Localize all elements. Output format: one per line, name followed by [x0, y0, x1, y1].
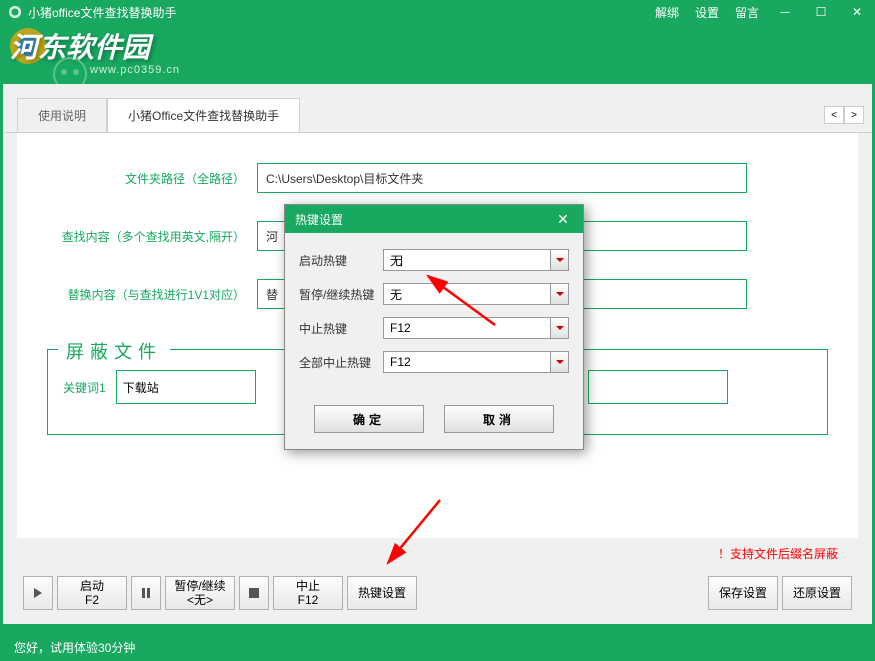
- keyword1-input[interactable]: [116, 370, 256, 404]
- stop-button[interactable]: 中止F12: [273, 576, 343, 610]
- tab-bar: 使用说明 小猪Office文件查找替换助手 < >: [3, 84, 872, 133]
- tab-instructions[interactable]: 使用说明: [17, 98, 107, 132]
- pause-button[interactable]: 暂停/继续<无>: [165, 576, 235, 610]
- chevron-down-icon: [550, 284, 568, 304]
- close-button[interactable]: ✕: [847, 2, 867, 22]
- feedback-link[interactable]: 留言: [735, 4, 759, 21]
- stopall-hotkey-select[interactable]: F12: [383, 351, 569, 373]
- chevron-down-icon: [550, 352, 568, 372]
- hotkey-settings-button[interactable]: 热键设置: [347, 576, 417, 610]
- statusbar: 您好，试用体验30分钟: [0, 633, 875, 661]
- start-hotkey-select[interactable]: 无|: [383, 249, 569, 271]
- hotkey-dialog: 热键设置 ✕ 启动热键 无| 暂停/继续热键 无 中止热键 F12 全部中止热键…: [284, 204, 584, 450]
- stop-hotkey-select[interactable]: F12: [383, 317, 569, 339]
- pause-hotkey-label: 暂停/继续热键: [299, 286, 383, 303]
- fieldset-legend: 屏蔽文件: [58, 338, 170, 364]
- dialog-title: 热键设置: [295, 211, 553, 228]
- restore-settings-button[interactable]: 还原设置: [782, 576, 852, 610]
- save-settings-button[interactable]: 保存设置: [708, 576, 778, 610]
- replace-label: 替换内容（与查找进行1V1对应）: [47, 286, 257, 303]
- window-title: 小猪office文件查找替换助手: [28, 4, 655, 21]
- chevron-down-icon: [550, 318, 568, 338]
- dialog-close-button[interactable]: ✕: [553, 209, 573, 229]
- status-text: 您好，试用体验30分钟: [14, 639, 135, 656]
- suffix-note: ！支持文件后缀名屏蔽: [718, 545, 838, 562]
- stop-icon-button[interactable]: [239, 576, 269, 610]
- toolbar: 启动F2 暂停/继续<无> 中止F12 热键设置 保存设置 还原设置: [17, 562, 858, 624]
- brand-url: www.pc0359.cn: [90, 64, 180, 76]
- unbind-link[interactable]: 解绑: [655, 4, 679, 21]
- app-icon: [8, 5, 22, 19]
- tab-main[interactable]: 小猪Office文件查找替换助手: [107, 98, 300, 132]
- mascot-icon: [50, 54, 90, 84]
- path-input[interactable]: [257, 163, 747, 193]
- keyword3-input[interactable]: [588, 370, 728, 404]
- find-label: 查找内容（多个查找用英文,隔开）: [47, 228, 257, 245]
- start-hotkey-label: 启动热键: [299, 252, 383, 269]
- titlebar: 小猪office文件查找替换助手 解绑 设置 留言 ─ ☐ ✕: [0, 0, 875, 24]
- dialog-ok-button[interactable]: 确定: [314, 405, 424, 433]
- path-label: 文件夹路径（全路径）: [47, 170, 257, 187]
- stop-hotkey-label: 中止热键: [299, 320, 383, 337]
- dialog-cancel-button[interactable]: 取消: [444, 405, 554, 433]
- tab-next-button[interactable]: >: [844, 106, 864, 124]
- settings-link[interactable]: 设置: [695, 4, 719, 21]
- play-icon-button[interactable]: [23, 576, 53, 610]
- maximize-button[interactable]: ☐: [811, 2, 831, 22]
- chevron-down-icon: [550, 250, 568, 270]
- pause-icon-button[interactable]: [131, 576, 161, 610]
- tab-prev-button[interactable]: <: [824, 106, 844, 124]
- stopall-hotkey-label: 全部中止热键: [299, 354, 383, 371]
- keyword1-label: 关键词1: [63, 379, 106, 396]
- banner: 河东软件园 www.pc0359.cn: [0, 24, 875, 84]
- minimize-button[interactable]: ─: [775, 2, 795, 22]
- start-button[interactable]: 启动F2: [57, 576, 127, 610]
- pause-hotkey-select[interactable]: 无: [383, 283, 569, 305]
